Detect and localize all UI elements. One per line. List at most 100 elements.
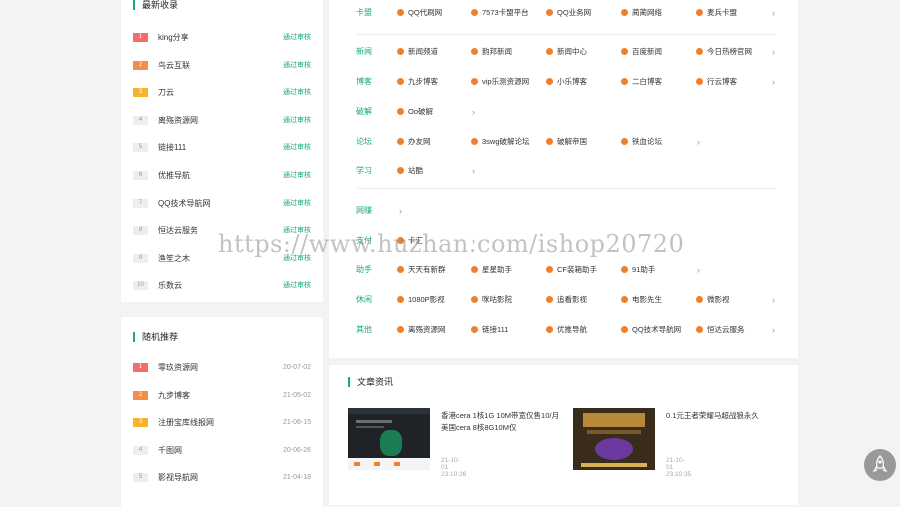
site-name[interactable]: king分享: [158, 32, 189, 44]
category-link[interactable]: 新闻中心: [546, 46, 587, 58]
category-link[interactable]: 1080P影视: [397, 294, 445, 306]
category-link[interactable]: 二白博客: [621, 76, 662, 88]
latest-row[interactable]: 4 离殇资源网 通过审核: [133, 114, 311, 128]
category-link[interactable]: 站酷: [397, 165, 423, 177]
latest-row[interactable]: 7 QQ技术导航网 通过审核: [133, 197, 311, 211]
category-row: 卡盟 QQ代刷网 7573卡盟平台 QQ业务网 蔺蔺网络 麦兵卡盟 ›: [329, 6, 798, 20]
category-link-label: 7573卡盟平台: [482, 8, 529, 17]
site-name[interactable]: 零玖资源网: [158, 362, 198, 374]
category-name[interactable]: 论坛: [356, 136, 372, 148]
site-name[interactable]: 刀云: [158, 87, 174, 99]
category-name[interactable]: 其他: [356, 324, 372, 336]
category-link[interactable]: 恒达云服务: [696, 324, 745, 336]
category-link[interactable]: 蔺蔺网络: [621, 7, 662, 19]
category-link[interactable]: 链接111: [471, 324, 508, 336]
latest-row[interactable]: 6 优推导航 通过审核: [133, 169, 311, 183]
site-name[interactable]: 渔笙之木: [158, 253, 190, 265]
site-name[interactable]: 优推导航: [158, 170, 190, 182]
category-link[interactable]: 新闻频道: [397, 46, 438, 58]
back-to-top-button[interactable]: [864, 449, 896, 481]
site-name[interactable]: 注册宝库线报网: [158, 417, 214, 429]
latest-row[interactable]: 10 乐数云 通过审核: [133, 279, 311, 293]
site-name[interactable]: 影视导航网: [158, 472, 198, 484]
category-link[interactable]: 行云博客: [696, 76, 737, 88]
category-name[interactable]: 破解: [356, 106, 372, 118]
category-link[interactable]: 九步博客: [397, 76, 438, 88]
category-link[interactable]: 星星助手: [471, 264, 512, 276]
category-link[interactable]: 7573卡盟平台: [471, 7, 529, 19]
category-link[interactable]: 优推导航: [546, 324, 587, 336]
category-link[interactable]: 铁血论坛: [621, 136, 662, 148]
article-thumbnail[interactable]: [573, 408, 655, 470]
site-name[interactable]: 千图网: [158, 445, 182, 457]
chevron-right-icon[interactable]: ›: [472, 106, 475, 118]
category-link[interactable]: 微影视: [696, 294, 730, 306]
random-row[interactable]: 5 影视导航网 21-04-18: [133, 471, 311, 485]
category-link-label: 咪咕影院: [482, 295, 512, 304]
site-name[interactable]: 鸟云互联: [158, 60, 190, 72]
category-link[interactable]: QQ技术导航网: [621, 324, 681, 336]
article-title[interactable]: 香港cera 1核1G 10M带宽仅售10/月 美国cera 8核8G10M仅: [441, 410, 561, 434]
site-name[interactable]: 链接111: [158, 142, 186, 154]
category-name[interactable]: 助手: [356, 264, 372, 276]
site-logo-icon: [621, 138, 628, 145]
chevron-right-icon[interactable]: ›: [697, 136, 700, 148]
random-row[interactable]: 4 千图网 20-06-26: [133, 444, 311, 458]
category-link[interactable]: CF装箱助手: [546, 264, 597, 276]
category-link[interactable]: 麦兵卡盟: [696, 7, 737, 19]
rank-number: 7: [133, 198, 148, 208]
category-link[interactable]: QQ业务网: [546, 7, 591, 19]
site-logo-icon: [696, 326, 703, 333]
category-link[interactable]: 咪咕影院: [471, 294, 512, 306]
category-link[interactable]: 小乐博客: [546, 76, 587, 88]
article-time: 21-10-01 23:10:26: [441, 457, 467, 478]
site-name[interactable]: 恒达云服务: [158, 225, 198, 237]
category-link[interactable]: vip乐测资源网: [471, 76, 529, 88]
category-link[interactable]: 电影先生: [621, 294, 662, 306]
category-name[interactable]: 网赚: [356, 205, 372, 217]
site-name[interactable]: 乐数云: [158, 280, 182, 292]
category-name[interactable]: 新闻: [356, 46, 372, 58]
site-logo-icon: [621, 326, 628, 333]
random-row[interactable]: 1 零玖资源网 20-07-02: [133, 361, 311, 375]
site-logo-icon: [546, 326, 553, 333]
category-link[interactable]: 破解帝国: [546, 136, 587, 148]
random-panel: 随机推荐 1 零玖资源网 20-07-02 2 九步博客 21-05-02 3 注册宝库线报网…: [121, 317, 323, 507]
category-link[interactable]: 离殇资源网: [397, 324, 446, 336]
category-link[interactable]: 韵邦新闻: [471, 46, 512, 58]
latest-row[interactable]: 1 king分享 通过审核: [133, 31, 311, 45]
chevron-right-icon[interactable]: ›: [472, 165, 475, 177]
category-name[interactable]: 学习: [356, 165, 372, 177]
latest-row[interactable]: 2 鸟云互联 通过审核: [133, 59, 311, 73]
chevron-right-icon[interactable]: ›: [772, 76, 775, 88]
category-name[interactable]: 博客: [356, 76, 372, 88]
site-logo-icon: [546, 296, 553, 303]
category-link[interactable]: 天天有新群: [397, 264, 446, 276]
category-name[interactable]: 卡盟: [356, 7, 372, 19]
chevron-right-icon[interactable]: ›: [772, 294, 775, 306]
chevron-right-icon[interactable]: ›: [772, 324, 775, 336]
category-link[interactable]: 今日热榜官网: [696, 46, 752, 58]
chevron-right-icon[interactable]: ›: [772, 7, 775, 19]
article-title[interactable]: 0.1元王者荣耀马超战狼永久: [666, 410, 786, 422]
category-link[interactable]: QQ代刷网: [397, 7, 442, 19]
category-link[interactable]: 办友网: [397, 136, 431, 148]
category-link[interactable]: 百度新闻: [621, 46, 662, 58]
site-logo-icon: [471, 48, 478, 55]
random-row[interactable]: 3 注册宝库线报网 21-06-15: [133, 416, 311, 430]
category-link[interactable]: Oo破解: [397, 106, 433, 118]
site-name[interactable]: 离殇资源网: [158, 115, 198, 127]
latest-row[interactable]: 5 链接111 通过审核: [133, 141, 311, 155]
latest-row[interactable]: 3 刀云 通过审核: [133, 86, 311, 100]
category-name[interactable]: 休闲: [356, 294, 372, 306]
article-thumbnail[interactable]: [348, 408, 430, 470]
chevron-right-icon[interactable]: ›: [399, 205, 402, 217]
category-link[interactable]: 91助手: [621, 264, 655, 276]
category-link[interactable]: 追看影视: [546, 294, 587, 306]
random-row[interactable]: 2 九步博客 21-05-02: [133, 389, 311, 403]
site-name[interactable]: QQ技术导航网: [158, 198, 210, 210]
site-name[interactable]: 九步博客: [158, 390, 190, 402]
chevron-right-icon[interactable]: ›: [772, 46, 775, 58]
chevron-right-icon[interactable]: ›: [697, 264, 700, 276]
category-link[interactable]: 3swg破解论坛: [471, 136, 530, 148]
